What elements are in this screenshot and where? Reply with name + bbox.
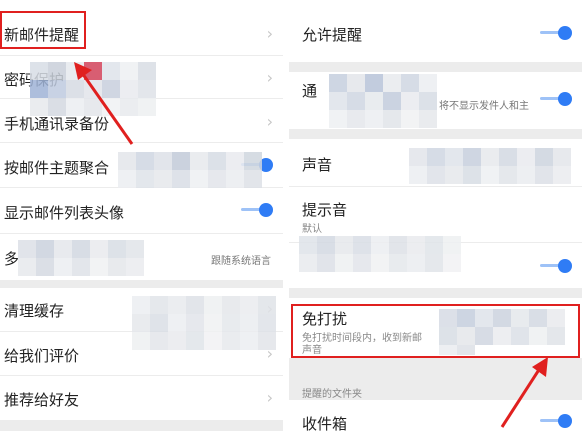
censor-blur — [132, 296, 282, 368]
censor-blur — [409, 148, 579, 194]
chevron-right-icon: › — [266, 24, 273, 43]
censor-blur — [118, 152, 278, 188]
censor-blur — [329, 74, 437, 128]
annotation-arrow — [74, 62, 134, 145]
chevron-right-icon: › — [266, 388, 273, 407]
allow-notifications-toggle[interactable] — [540, 26, 572, 40]
chevron-right-icon: › — [266, 68, 273, 87]
notification-detail-toggle[interactable] — [540, 92, 572, 106]
settings-list-left: 新邮件提醒 › 密码保护 › 手机通讯录备份 › 按邮件主题聚合 显示邮件列表头… — [0, 0, 283, 431]
settings-item-recommend[interactable]: 推荐给好友 › — [0, 376, 283, 421]
show-avatars-toggle[interactable] — [241, 203, 273, 217]
hidden-toggle[interactable] — [540, 259, 572, 273]
chevron-right-icon: › — [266, 112, 273, 131]
censor-blur — [299, 236, 461, 284]
annotation-arrow — [500, 357, 548, 428]
settings-item-allow-notifications[interactable]: 允许提醒 — [289, 0, 582, 63]
language-value: 跟随系统语言 — [211, 256, 271, 267]
settings-item-label: 显示邮件列表头像 — [4, 204, 125, 222]
settings-item-label: 给我们评价 — [4, 347, 80, 365]
settings-item-label: 声音 — [302, 156, 333, 174]
settings-list-right: 允许提醒 通 将不显示发件人和主 声音 提示音 默认 免打扰 免打扰时间段内，收… — [289, 0, 582, 431]
folder-section-label: 提醒的文件夹 — [302, 389, 362, 400]
settings-item-label: 按邮件主题聚合 — [4, 159, 110, 177]
settings-item-label: 清理缓存 — [4, 302, 65, 320]
settings-item-label: 通 — [302, 82, 318, 100]
censor-blur — [18, 240, 158, 276]
settings-item-label: 收件箱 — [302, 415, 348, 431]
settings-item-show-avatars[interactable]: 显示邮件列表头像 — [0, 188, 283, 234]
settings-item-label: 允许提醒 — [302, 26, 363, 44]
notification-detail-hint: 将不显示发件人和主 — [439, 101, 529, 112]
settings-item-alert-tone[interactable]: 提示音 默认 — [289, 187, 582, 243]
settings-item-label: 多 — [4, 250, 20, 268]
settings-item-label: 推荐给好友 — [4, 391, 80, 409]
settings-item-label: 提示音 — [302, 201, 348, 219]
alert-tone-value: 默认 — [302, 224, 322, 235]
highlight-box-do-not-disturb — [291, 304, 580, 358]
highlight-box-new-mail-alert — [0, 11, 86, 49]
